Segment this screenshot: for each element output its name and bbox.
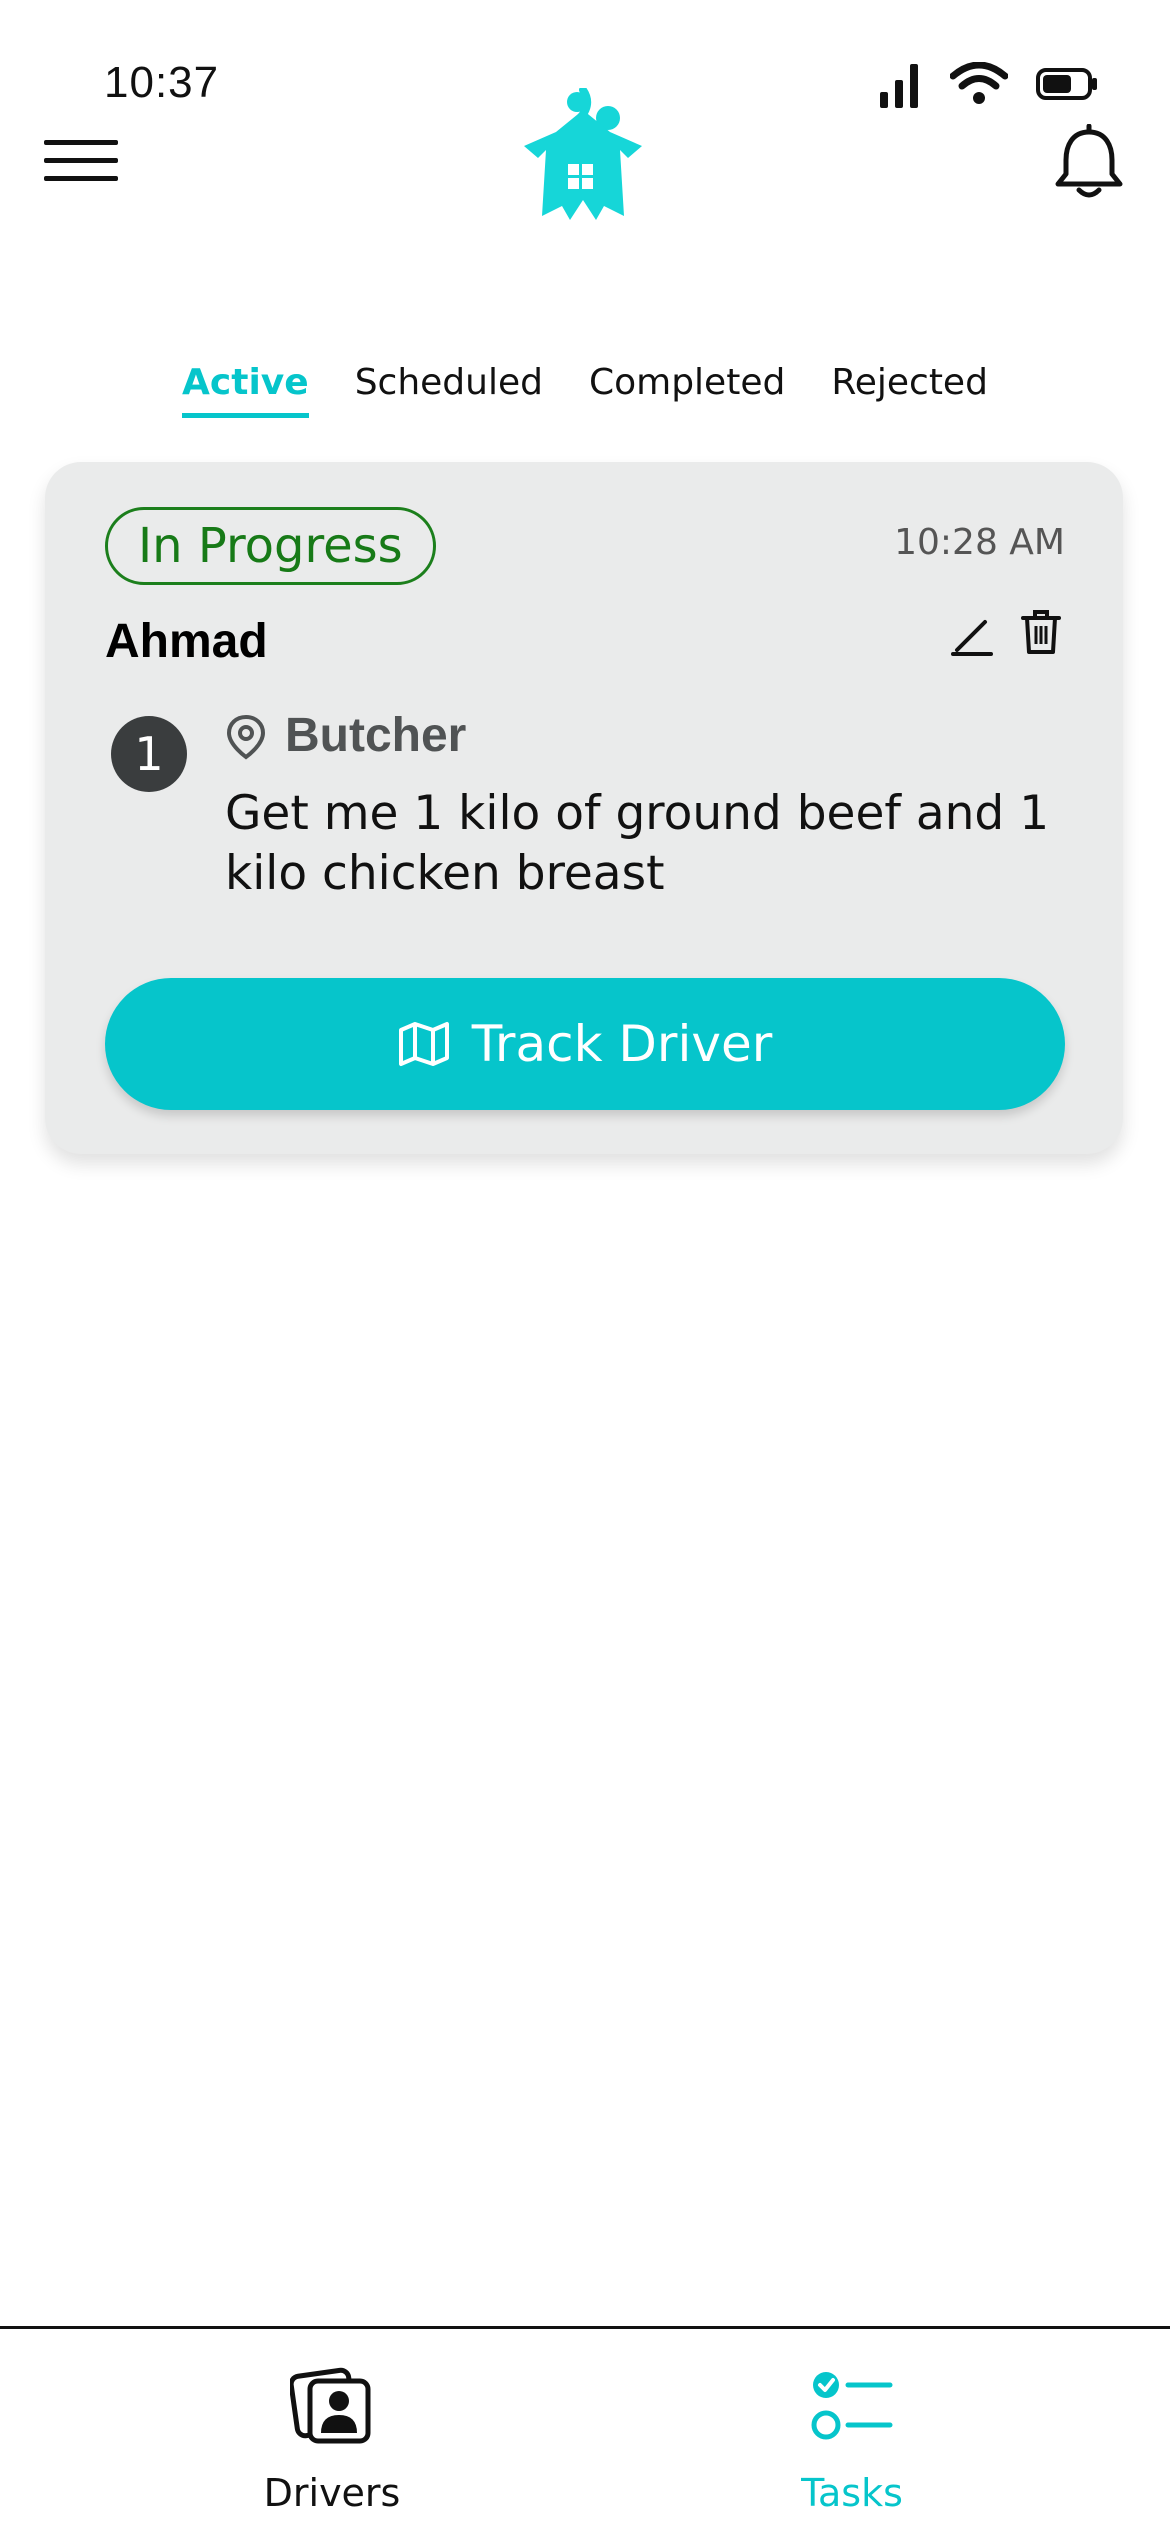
- logo-icon: [524, 88, 642, 220]
- tasks-icon: [811, 2372, 893, 2440]
- wifi-icon: [950, 62, 1008, 104]
- step-number-badge: 1: [111, 716, 187, 792]
- tab-active[interactable]: Active: [182, 362, 309, 418]
- trash-icon[interactable]: [1021, 608, 1061, 656]
- stop-name: Butcher: [285, 709, 467, 762]
- nav-drivers-label: Drivers: [263, 2471, 401, 2515]
- map-icon: [398, 1022, 449, 1066]
- tab-scheduled[interactable]: Scheduled: [355, 362, 543, 418]
- signal-icon: [880, 64, 918, 108]
- status-tabs: Active Scheduled Completed Rejected: [0, 362, 1170, 418]
- nav-drivers[interactable]: Drivers: [182, 2329, 482, 2532]
- task-card[interactable]: In Progress 10:28 AM Ahmad 1 Butcher Get…: [45, 462, 1123, 1154]
- screen: 10:37 Active Scheduled Completed Rejecte…: [0, 0, 1170, 2532]
- menu-icon[interactable]: [44, 138, 118, 184]
- bell-icon[interactable]: [1054, 124, 1124, 200]
- stop-description: Get me 1 kilo of ground beef and 1 kilo …: [225, 786, 1050, 901]
- nav-tasks[interactable]: Tasks: [702, 2329, 1002, 2532]
- nav-tasks-label: Tasks: [801, 2471, 903, 2515]
- edit-icon[interactable]: [949, 612, 995, 658]
- tab-completed[interactable]: Completed: [589, 362, 785, 418]
- task-time: 10:28 AM: [894, 522, 1065, 563]
- status-icons: [878, 60, 1098, 108]
- track-driver-button[interactable]: Track Driver: [105, 978, 1065, 1110]
- battery-icon: [1036, 68, 1097, 100]
- status-time: 10:37: [104, 58, 220, 107]
- tab-rejected[interactable]: Rejected: [831, 362, 988, 418]
- task-owner-name: Ahmad: [105, 615, 268, 668]
- track-driver-label: Track Driver: [471, 1015, 773, 1073]
- bottom-nav: Drivers Tasks: [0, 2326, 1170, 2532]
- drivers-icon: [290, 2367, 371, 2444]
- status-badge: In Progress: [105, 507, 436, 585]
- pin-icon: [226, 714, 266, 760]
